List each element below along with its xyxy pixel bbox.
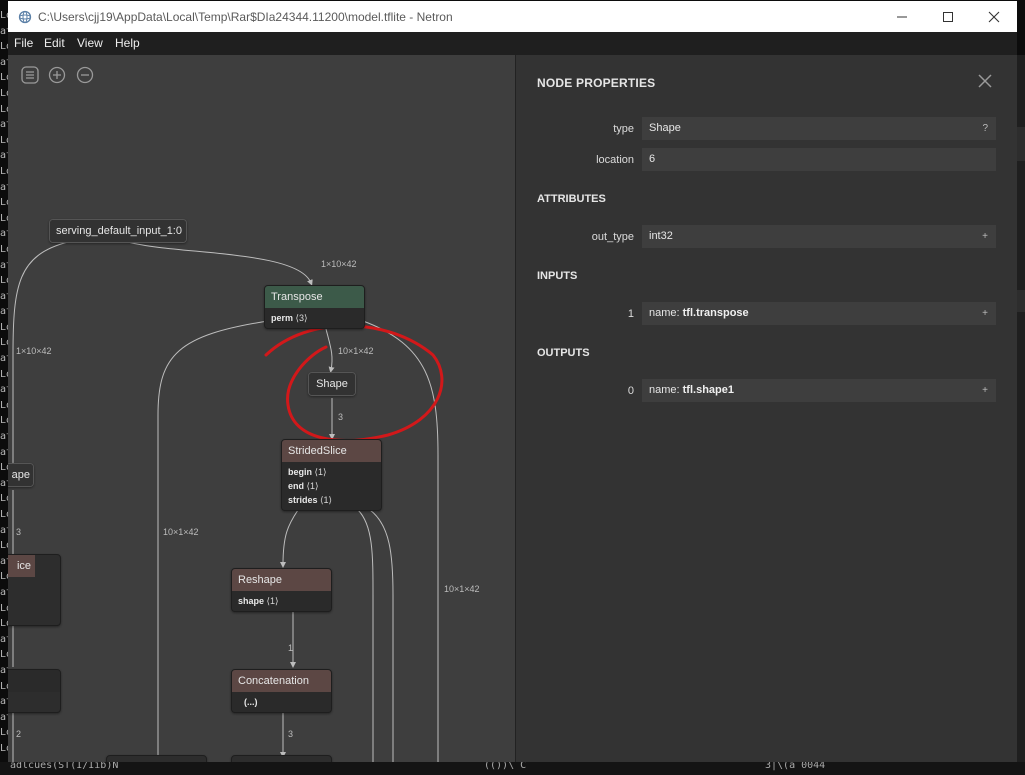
edge-label: 1×10×42 bbox=[321, 259, 357, 269]
type-label: type bbox=[613, 123, 634, 135]
attributes-section-title: ATTRIBUTES bbox=[537, 193, 606, 205]
out-type-field[interactable]: int32 + bbox=[642, 225, 996, 248]
window-title: C:\Users\cjj19\AppData\Local\Temp\Rar$DI… bbox=[38, 10, 453, 24]
graph-canvas[interactable]: 1×10×42 1×10×42 10×1×42 3 10×1×42 10×1×4… bbox=[8, 55, 515, 762]
attr-value: ⟨3⟩ bbox=[295, 313, 308, 323]
menu-help[interactable]: Help bbox=[115, 36, 140, 50]
background-right-strip bbox=[1017, 55, 1025, 765]
attr-value: ⟨1⟩ bbox=[314, 467, 327, 477]
background-right-fragment bbox=[1017, 127, 1025, 161]
attr-value: (...) bbox=[244, 697, 258, 707]
node-title: ape bbox=[8, 464, 33, 486]
edge-label: 3 bbox=[288, 729, 294, 739]
location-label: location bbox=[596, 154, 634, 166]
output-index: 0 bbox=[627, 385, 634, 397]
background-right-fragment bbox=[1017, 290, 1025, 312]
node-title: Shape bbox=[309, 373, 355, 395]
shape-node[interactable]: Shape bbox=[308, 372, 356, 396]
input-name-prefix: name: bbox=[649, 307, 683, 319]
attr-value: ⟨1⟩ bbox=[320, 495, 333, 505]
attr-name: shape bbox=[238, 596, 265, 606]
maximize-button[interactable] bbox=[925, 1, 971, 32]
node-title: serving_default_input_1:0 bbox=[50, 220, 186, 242]
netron-window: C:\Users\cjj19\AppData\Local\Temp\Rar$DI… bbox=[8, 1, 1017, 762]
help-button[interactable]: ? bbox=[982, 117, 988, 140]
edge-label: 3 bbox=[338, 412, 344, 422]
maximize-icon bbox=[943, 11, 953, 22]
output-field[interactable]: name: tfl.shape1 + bbox=[642, 379, 996, 402]
attr-name: perm bbox=[271, 313, 294, 323]
node-attributes: shape ⟨1⟩ bbox=[232, 591, 331, 611]
edge-label: 10×1×42 bbox=[163, 527, 199, 537]
node-title bbox=[8, 670, 60, 692]
left-node-partial[interactable] bbox=[8, 669, 61, 713]
node-title: Reshape bbox=[232, 569, 331, 591]
input-field[interactable]: name: tfl.transpose + bbox=[642, 302, 996, 325]
input-index: 1 bbox=[627, 308, 634, 320]
type-field[interactable]: Shape ? bbox=[642, 117, 996, 140]
node-properties-panel: NODE PROPERTIES type Shape ? location 6 … bbox=[515, 55, 1017, 762]
expand-button[interactable]: + bbox=[982, 302, 988, 325]
concatenation-node[interactable]: Concatenation (...) bbox=[231, 669, 332, 713]
title-bar: C:\Users\cjj19\AppData\Local\Temp\Rar$DI… bbox=[8, 1, 1017, 32]
edge-label: 10×1×42 bbox=[444, 584, 480, 594]
output-name-prefix: name: bbox=[649, 384, 683, 396]
node-attributes: perm ⟨3⟩ bbox=[265, 308, 364, 328]
stridedslice-node[interactable]: StridedSlice begin ⟨1⟩ end ⟨1⟩ strides ⟨… bbox=[281, 439, 382, 511]
attr-name: strides bbox=[288, 495, 318, 505]
graph-input-node[interactable]: serving_default_input_1:0 bbox=[49, 219, 187, 243]
left-slice-node[interactable]: ice bbox=[8, 554, 61, 626]
node-title: Transpose bbox=[265, 286, 364, 308]
edge-label: 3 bbox=[16, 527, 22, 537]
attr-value: ⟨1⟩ bbox=[266, 596, 279, 606]
left-shape-node[interactable]: ape bbox=[8, 463, 34, 487]
minimize-button[interactable] bbox=[879, 1, 925, 32]
panel-title: NODE PROPERTIES bbox=[537, 76, 656, 90]
attr-value: ⟨1⟩ bbox=[306, 481, 319, 491]
menu-file[interactable]: File bbox=[14, 36, 33, 50]
type-value: Shape bbox=[649, 122, 681, 134]
partial-node[interactable] bbox=[231, 755, 332, 762]
close-window-button[interactable] bbox=[971, 1, 1017, 32]
transpose-node[interactable]: Transpose perm ⟨3⟩ bbox=[264, 285, 365, 329]
menu-view[interactable]: View bbox=[77, 36, 103, 50]
expand-button[interactable]: + bbox=[982, 225, 988, 248]
out-type-value: int32 bbox=[649, 230, 673, 242]
netron-app-icon bbox=[18, 10, 32, 24]
reshape-node[interactable]: Reshape shape ⟨1⟩ bbox=[231, 568, 332, 612]
node-title: ice bbox=[8, 555, 35, 577]
attr-name: end bbox=[288, 481, 305, 491]
close-icon bbox=[988, 11, 1000, 22]
attr-name: begin bbox=[288, 467, 312, 477]
node-title: StridedSlice bbox=[282, 440, 381, 462]
inputs-section-title: INPUTS bbox=[537, 270, 578, 282]
node-title: Concatenation bbox=[232, 670, 331, 692]
out-type-label: out_type bbox=[591, 231, 634, 243]
outputs-section-title: OUTPUTS bbox=[537, 347, 590, 359]
menu-bar bbox=[8, 32, 1017, 55]
edge-label: 2 bbox=[16, 729, 22, 739]
minimize-icon bbox=[897, 16, 907, 17]
edge-label: 1 bbox=[288, 643, 294, 653]
location-field: 6 bbox=[642, 148, 996, 171]
node-attributes: begin ⟨1⟩ end ⟨1⟩ strides ⟨1⟩ bbox=[282, 462, 381, 510]
menu-edit[interactable]: Edit bbox=[44, 36, 65, 50]
partial-node[interactable] bbox=[106, 755, 207, 762]
expand-button[interactable]: + bbox=[982, 379, 988, 402]
close-icon[interactable] bbox=[976, 72, 994, 90]
edge-label: 10×1×42 bbox=[338, 346, 374, 356]
output-name: tfl.shape1 bbox=[682, 384, 734, 396]
input-name: tfl.transpose bbox=[682, 307, 749, 319]
graph-edges bbox=[12, 241, 444, 762]
location-value: 6 bbox=[649, 153, 656, 165]
node-attributes: (...) bbox=[232, 692, 331, 712]
edge-label: 1×10×42 bbox=[16, 346, 52, 356]
